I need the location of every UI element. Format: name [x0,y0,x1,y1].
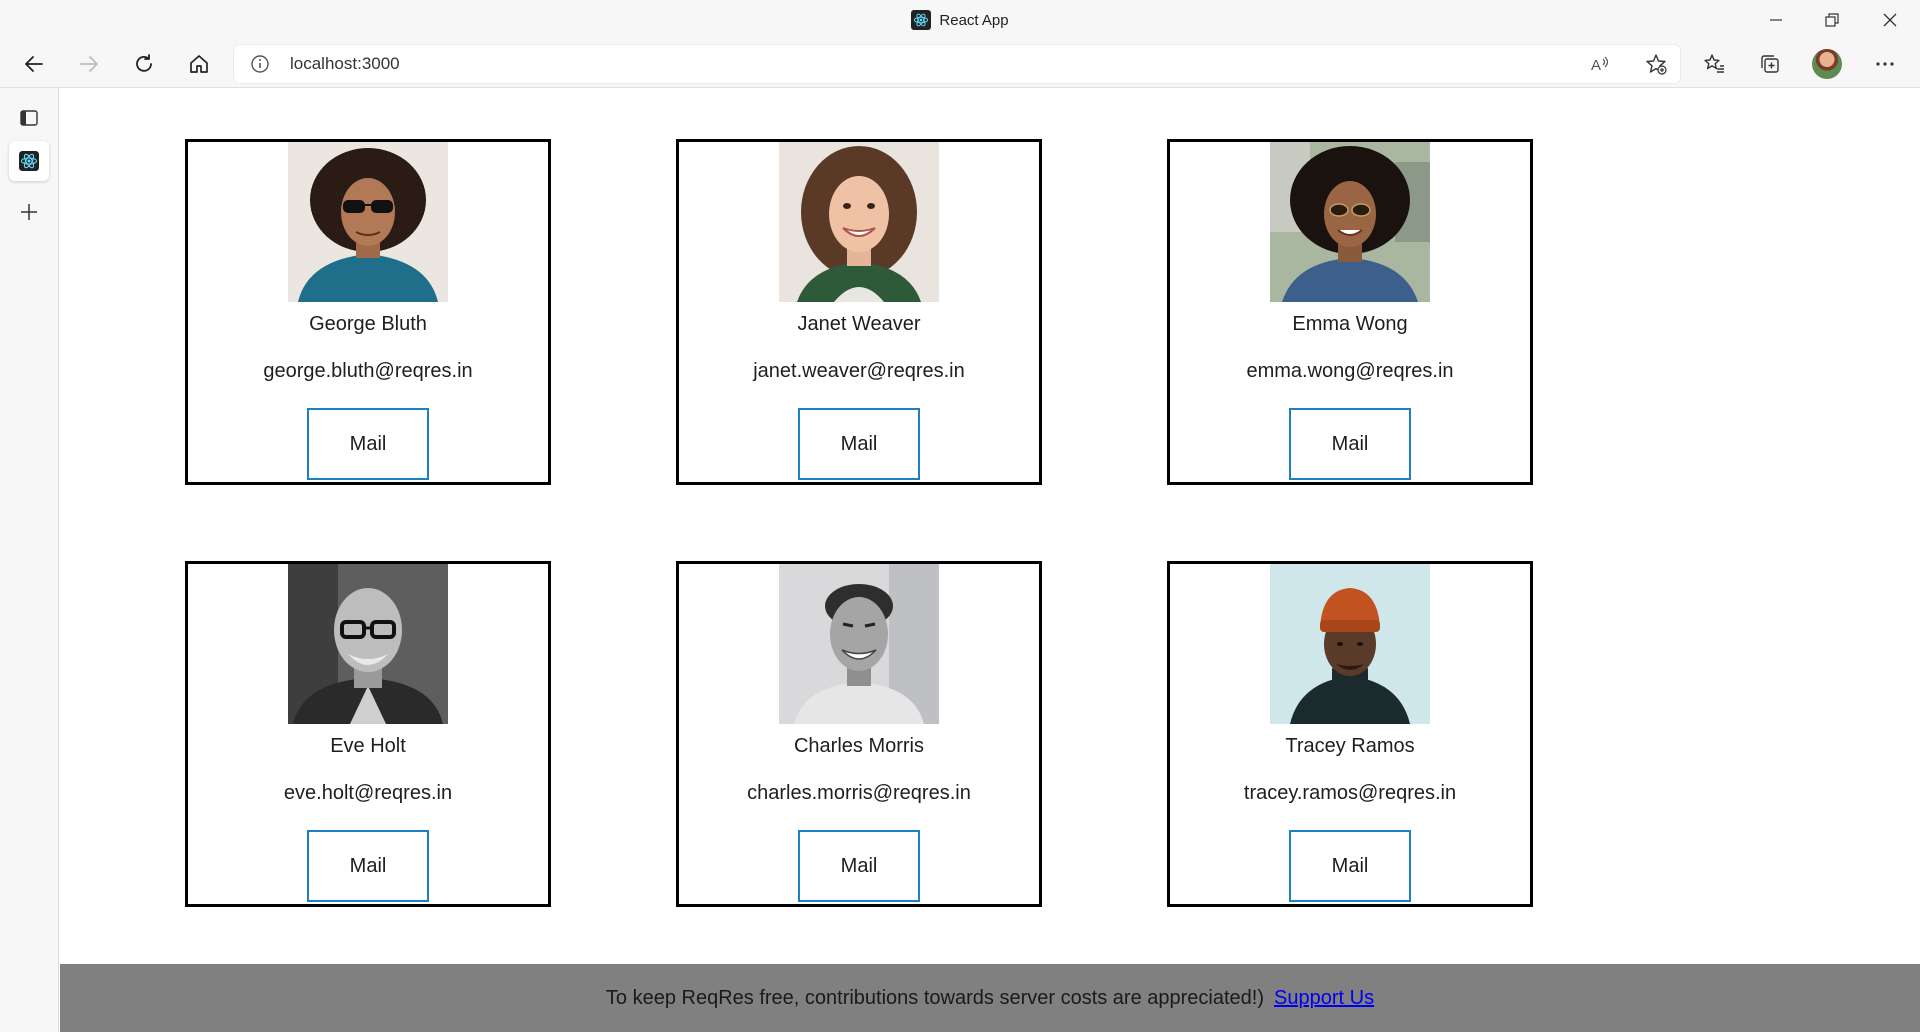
window-title: React App [0,0,1920,40]
user-email: charles.morris@reqres.in [747,782,971,804]
more-dots-icon [1876,62,1894,66]
back-button[interactable] [16,46,52,82]
support-footer: To keep ReqRes free, contributions towar… [60,964,1920,1032]
forward-button[interactable] [71,46,107,82]
user-card: Janet Weaver janet.weaver@reqres.in Mail [676,139,1042,485]
refresh-button[interactable] [126,46,162,82]
user-email: emma.wong@reqres.in [1246,360,1454,382]
minimize-icon [1770,19,1782,21]
support-us-link[interactable]: Support Us [1274,987,1374,1010]
address-bar[interactable]: localhost:3000 A [234,45,1680,83]
tab-react-app[interactable] [9,141,49,181]
svg-text:A: A [1591,57,1601,74]
tab-actions-icon [20,110,38,126]
mail-button[interactable]: Mail [1289,830,1411,902]
avatar [288,564,448,724]
vertical-tabs-sidebar [0,88,59,1032]
user-email: janet.weaver@reqres.in [753,360,965,382]
add-favorite-icon[interactable] [1644,52,1668,76]
footer-text: To keep ReqRes free, contributions towar… [605,986,1265,1009]
user-email: tracey.ramos@reqres.in [1243,782,1457,804]
mail-button[interactable]: Mail [307,408,429,480]
profile-avatar[interactable] [1812,49,1842,79]
favorites-button[interactable] [1696,46,1732,82]
window-title-text: React App [939,11,1009,29]
avatar [1270,142,1430,302]
mail-button[interactable]: Mail [798,408,920,480]
plus-icon [21,204,37,220]
close-window-button[interactable] [1862,0,1918,40]
collections-icon [1761,55,1779,73]
user-name: George Bluth [309,313,427,335]
avatar [779,564,939,724]
user-card: George Bluth george.bluth@reqres.in Mail [185,139,551,485]
page-content: George Bluth george.bluth@reqres.in Mail… [60,89,1920,1032]
user-card: Eve Holt eve.holt@reqres.in Mail [185,561,551,907]
minimize-button[interactable] [1748,0,1804,40]
settings-more-button[interactable] [1867,46,1903,82]
restore-button[interactable] [1804,0,1860,40]
window-titlebar: React App [0,0,1920,40]
back-arrow-icon [25,56,43,72]
favorites-icon [1704,54,1724,73]
collections-button[interactable] [1752,46,1788,82]
user-card: Emma Wong emma.wong@reqres.in Mail [1167,139,1533,485]
home-button[interactable] [181,46,217,82]
user-email: eve.holt@reqres.in [283,782,453,804]
user-name: Emma Wong [1292,313,1408,335]
user-name: Janet Weaver [797,313,921,335]
user-email: george.bluth@reqres.in [263,360,473,382]
url-text[interactable]: localhost:3000 [290,45,400,83]
avatar [779,142,939,302]
refresh-icon [136,54,152,72]
avatar [288,142,448,302]
mail-button[interactable]: Mail [1289,408,1411,480]
react-logo-icon [19,151,39,171]
close-icon [1883,13,1897,27]
avatar [1270,564,1430,724]
react-logo-icon [911,10,932,30]
restore-icon [1825,13,1839,27]
mail-button[interactable]: Mail [798,830,920,902]
user-card: Tracey Ramos tracey.ramos@reqres.in Mail [1167,561,1533,907]
forward-arrow-icon [80,56,98,72]
tab-actions-button[interactable] [9,98,49,138]
browser-toolbar: localhost:3000 A [0,40,1920,88]
home-icon [190,55,208,73]
user-card: Charles Morris charles.morris@reqres.in … [676,561,1042,907]
user-name: Eve Holt [330,735,406,757]
mail-button[interactable]: Mail [307,830,429,902]
site-info-icon[interactable] [250,54,270,74]
read-aloud-icon[interactable]: A [1588,52,1612,76]
user-name: Tracey Ramos [1285,735,1415,757]
new-tab-button[interactable] [9,192,49,232]
user-name: Charles Morris [793,735,925,757]
